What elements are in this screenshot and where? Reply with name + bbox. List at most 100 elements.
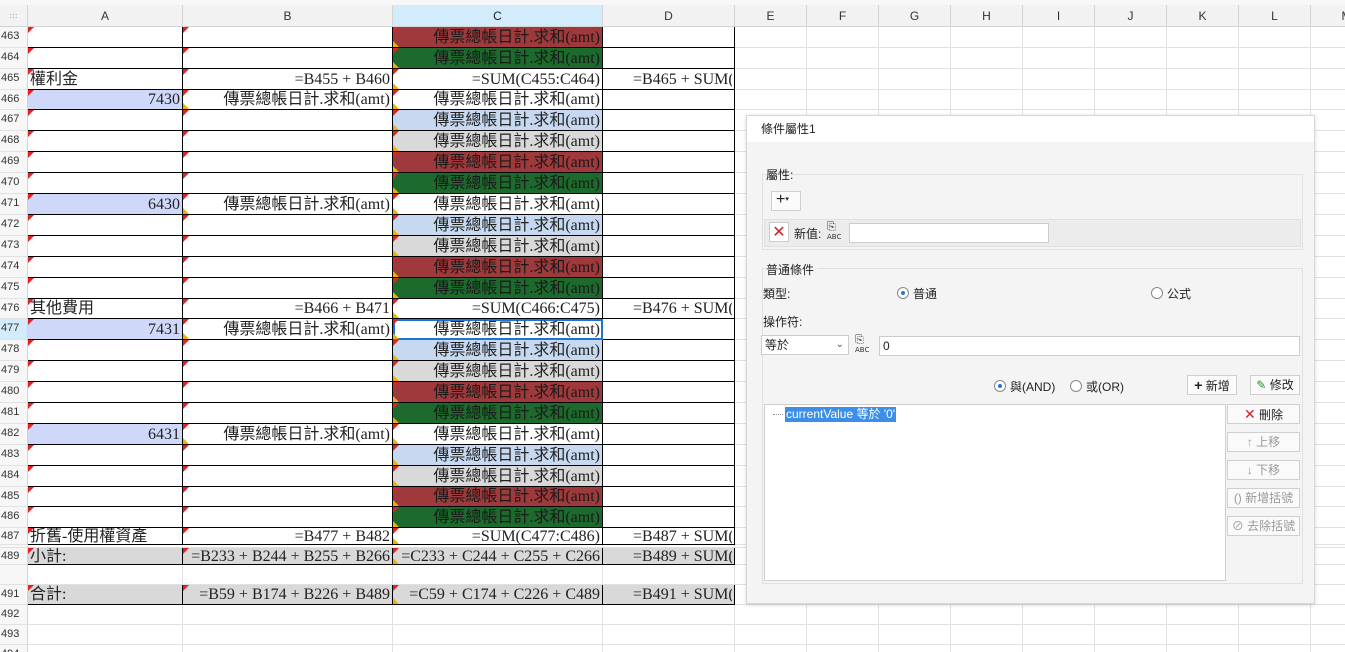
column-header[interactable]: G bbox=[879, 5, 951, 27]
sheet-cell[interactable]: 傳票總帳日計.求和(amt) bbox=[393, 487, 603, 507]
sheet-cell[interactable]: 傳票總帳日計.求和(amt) bbox=[393, 340, 603, 361]
sheet-cell[interactable] bbox=[183, 340, 393, 361]
column-header[interactable]: L bbox=[1239, 5, 1311, 27]
sheet-cell[interactable]: 傳票總帳日計.求和(amt) bbox=[393, 173, 603, 194]
row-header[interactable]: 472 bbox=[0, 215, 28, 236]
and-radio[interactable] bbox=[994, 380, 1006, 392]
sheet-cell[interactable] bbox=[183, 507, 393, 528]
sheet-cell[interactable]: 折舊-使用權資產 bbox=[28, 528, 183, 545]
column-header[interactable]: K bbox=[1167, 5, 1239, 27]
sheet-cell[interactable]: 傳票總帳日計.求和(amt) bbox=[393, 403, 603, 424]
row-header[interactable]: 480 bbox=[0, 382, 28, 403]
sheet-cell[interactable]: 其他費用 bbox=[28, 299, 183, 319]
column-header[interactable]: E bbox=[735, 5, 807, 27]
add-condition-button[interactable]: + 新增 bbox=[1187, 375, 1237, 395]
sheet-cell[interactable] bbox=[183, 445, 393, 466]
sheet-cell[interactable]: =B233 + B244 + B255 + B266 bbox=[183, 548, 393, 565]
sheet-cell[interactable] bbox=[603, 424, 735, 445]
sheet-cell[interactable]: 傳票總帳日計.求和(amt) bbox=[393, 194, 603, 215]
sheet-cell[interactable] bbox=[183, 48, 393, 69]
sheet-cell[interactable] bbox=[28, 215, 183, 236]
sheet-cell[interactable] bbox=[183, 131, 393, 152]
sheet-cell[interactable]: 傳票總帳日計.求和(amt) bbox=[183, 90, 393, 110]
row-header[interactable]: 468 bbox=[0, 131, 28, 152]
sheet-cell[interactable] bbox=[603, 110, 735, 131]
sheet-cell[interactable]: =B489 + SUM( bbox=[603, 548, 735, 565]
row-header[interactable]: 484 bbox=[0, 466, 28, 487]
sheet-cell[interactable]: 6431 bbox=[28, 424, 183, 445]
row-header[interactable]: 464 bbox=[0, 48, 28, 69]
sheet-cell[interactable] bbox=[183, 361, 393, 382]
sheet-cell[interactable] bbox=[28, 466, 183, 487]
sheet-cell[interactable] bbox=[183, 215, 393, 236]
new-value-input[interactable] bbox=[849, 223, 1049, 243]
row-header[interactable]: 477 bbox=[0, 319, 28, 340]
row-header[interactable]: 493 bbox=[0, 625, 28, 645]
sheet-cell[interactable] bbox=[28, 110, 183, 131]
row-header[interactable]: 479 bbox=[0, 361, 28, 382]
sheet-cell[interactable]: =B487 + SUM( bbox=[603, 528, 735, 545]
row-header[interactable]: 467 bbox=[0, 110, 28, 131]
operator-select[interactable]: 等於 ⌄ bbox=[761, 335, 849, 355]
sheet-cell[interactable] bbox=[603, 319, 735, 340]
modify-condition-button[interactable]: ✎ 修改 bbox=[1250, 375, 1300, 395]
sheet-cell[interactable] bbox=[28, 507, 183, 528]
column-header[interactable]: A bbox=[28, 5, 183, 27]
sheet-cell[interactable] bbox=[183, 236, 393, 257]
sheet-cell[interactable]: 7430 bbox=[28, 90, 183, 110]
column-header[interactable]: F bbox=[807, 5, 879, 27]
row-header[interactable]: 471 bbox=[0, 194, 28, 215]
row-header[interactable]: 475 bbox=[0, 278, 28, 299]
sheet-cell[interactable]: 傳票總帳日計.求和(amt) bbox=[183, 319, 393, 340]
sheet-cell[interactable] bbox=[603, 257, 735, 278]
column-header[interactable]: H bbox=[951, 5, 1023, 27]
select-all-corner[interactable]: ::: bbox=[0, 5, 28, 27]
add-property-menu-button[interactable]: +▾ bbox=[771, 191, 801, 211]
sheet-cell[interactable] bbox=[28, 131, 183, 152]
sheet-cell[interactable]: 傳票總帳日計.求和(amt) bbox=[393, 90, 603, 110]
sheet-cell[interactable] bbox=[603, 278, 735, 299]
add-bracket-button[interactable]: () 新增括號 bbox=[1227, 488, 1300, 508]
sheet-cell[interactable]: 6430 bbox=[28, 194, 183, 215]
row-header[interactable]: 489 bbox=[0, 548, 28, 565]
row-header[interactable]: 485 bbox=[0, 487, 28, 507]
sheet-cell[interactable]: 傳票總帳日計.求和(amt) bbox=[393, 424, 603, 445]
sheet-cell[interactable] bbox=[603, 48, 735, 69]
sheet-cell[interactable] bbox=[183, 487, 393, 507]
sheet-cell[interactable]: =B477 + B482 bbox=[183, 528, 393, 545]
sheet-cell[interactable]: 傳票總帳日計.求和(amt) bbox=[393, 236, 603, 257]
sheet-cell[interactable]: 傳票總帳日計.求和(amt) bbox=[393, 215, 603, 236]
or-radio[interactable] bbox=[1070, 380, 1082, 392]
sheet-cell[interactable] bbox=[603, 487, 735, 507]
sheet-cell[interactable]: =B491 + SUM( bbox=[603, 585, 735, 605]
sheet-cell[interactable]: =B59 + B174 + B226 + B489 bbox=[183, 585, 393, 605]
column-header[interactable]: C bbox=[393, 5, 603, 27]
abc-formula-icon[interactable]: ⎘ ABC bbox=[855, 334, 875, 355]
type-normal-radio[interactable] bbox=[897, 287, 909, 299]
sheet-cell[interactable]: 傳票總帳日計.求和(amt) bbox=[393, 361, 603, 382]
sheet-cell[interactable] bbox=[28, 403, 183, 424]
sheet-cell[interactable]: =B466 + B471 bbox=[183, 299, 393, 319]
column-header[interactable]: I bbox=[1023, 5, 1095, 27]
operand-input[interactable]: 0 bbox=[879, 336, 1300, 356]
row-header[interactable]: 481 bbox=[0, 403, 28, 424]
sheet-cell[interactable] bbox=[28, 48, 183, 69]
sheet-cell[interactable] bbox=[183, 466, 393, 487]
column-header[interactable]: D bbox=[603, 5, 735, 27]
sheet-cell[interactable]: 傳票總帳日計.求和(amt) bbox=[183, 424, 393, 445]
column-header[interactable]: J bbox=[1095, 5, 1167, 27]
sheet-cell[interactable] bbox=[28, 278, 183, 299]
sheet-cell[interactable] bbox=[603, 361, 735, 382]
row-header[interactable]: 465 bbox=[0, 69, 28, 90]
row-header[interactable]: 463 bbox=[0, 27, 28, 48]
row-header[interactable]: 470 bbox=[0, 173, 28, 194]
sheet-cell[interactable] bbox=[603, 340, 735, 361]
row-header[interactable]: 474 bbox=[0, 257, 28, 278]
row-header[interactable] bbox=[0, 565, 28, 585]
sheet-cell[interactable] bbox=[603, 194, 735, 215]
row-header[interactable]: 487 bbox=[0, 528, 28, 545]
sheet-cell[interactable]: =B455 + B460 bbox=[183, 69, 393, 90]
sheet-cell[interactable]: 傳票總帳日計.求和(amt) bbox=[393, 152, 603, 173]
sheet-cell[interactable] bbox=[28, 340, 183, 361]
sheet-cell[interactable] bbox=[28, 361, 183, 382]
